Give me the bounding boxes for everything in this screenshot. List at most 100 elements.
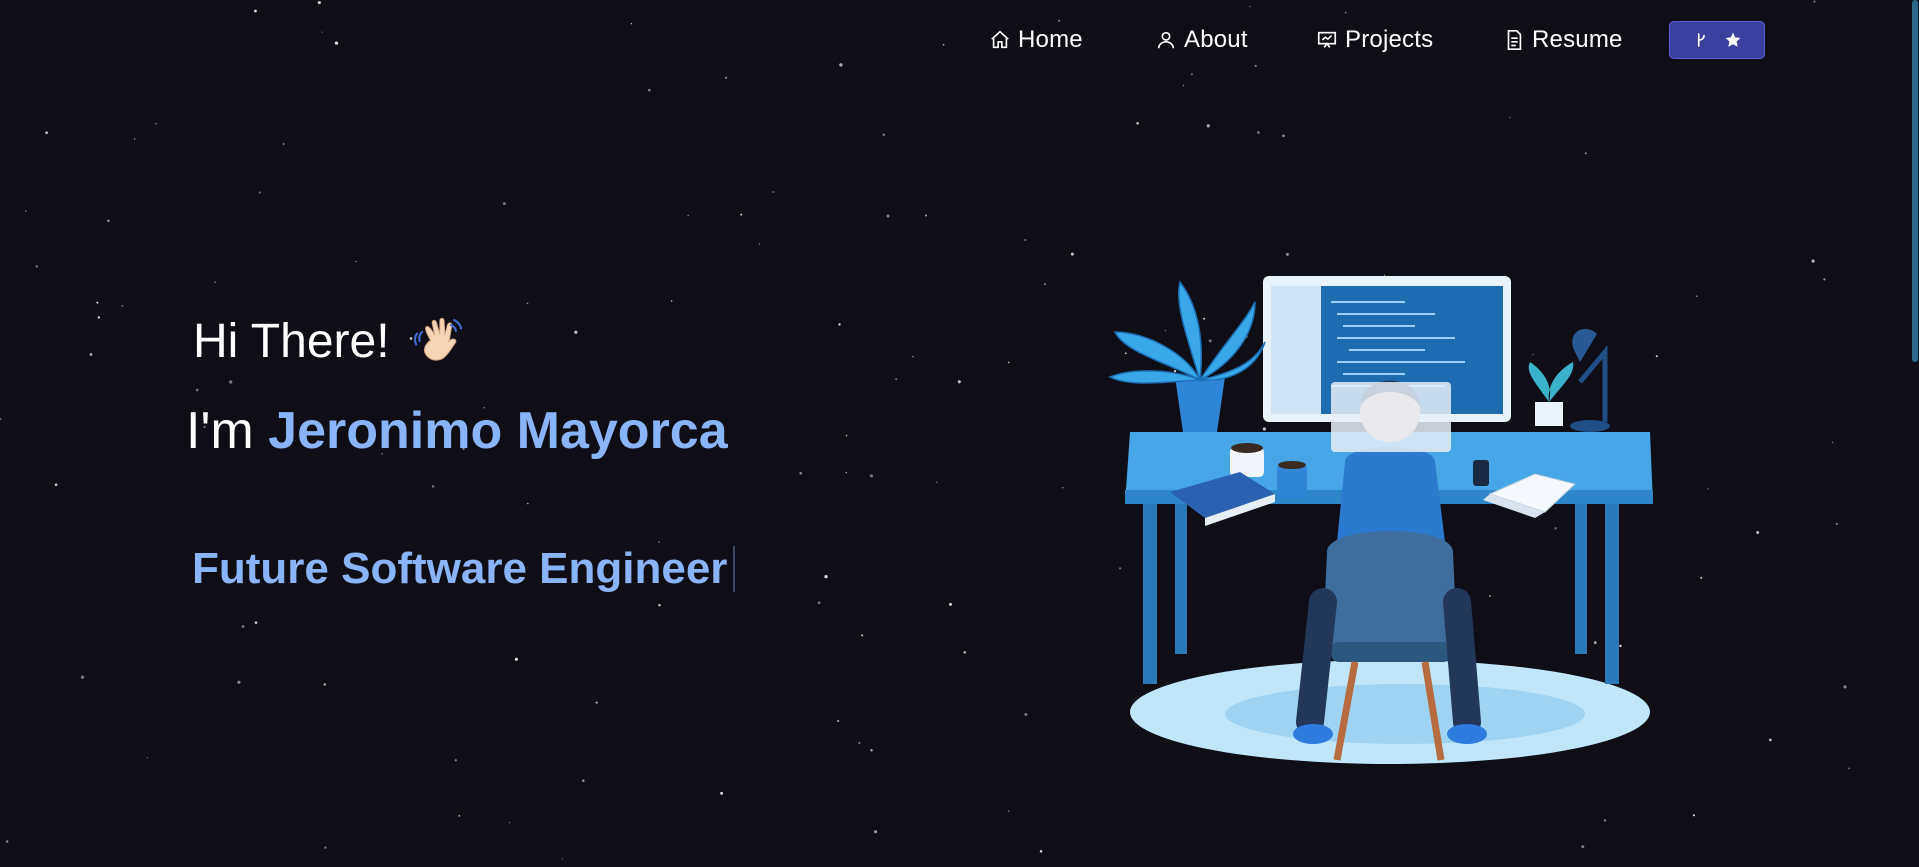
star [817, 601, 821, 605]
star [1182, 84, 1185, 87]
page-scrollbar[interactable] [1911, 0, 1919, 867]
star [799, 471, 803, 475]
star [1843, 685, 1847, 689]
star [1007, 361, 1010, 364]
developer-name: Jeronimo Mayorca [268, 402, 728, 460]
star [237, 680, 241, 684]
star [96, 301, 99, 304]
star [824, 575, 828, 579]
developer-desk-illustration [1108, 276, 1653, 764]
star [324, 846, 327, 849]
nav-resume-link[interactable]: Resume [1503, 22, 1623, 58]
star [1039, 850, 1043, 853]
star [508, 821, 511, 824]
star [1692, 814, 1695, 817]
star [514, 657, 518, 661]
nav-projects-link[interactable]: Projects [1316, 22, 1433, 58]
star [740, 213, 743, 216]
star [1584, 152, 1587, 155]
star [1024, 712, 1028, 716]
star [1062, 486, 1064, 489]
star [1206, 124, 1210, 128]
star [229, 380, 233, 384]
star [935, 481, 938, 484]
star [720, 791, 724, 795]
star [323, 683, 327, 686]
star [1044, 283, 1046, 285]
presentation-icon [1317, 31, 1337, 48]
typing-cursor [733, 546, 736, 592]
star [1136, 121, 1139, 125]
star [1831, 441, 1834, 444]
star [687, 214, 690, 217]
star [1848, 767, 1850, 770]
star [254, 621, 258, 624]
star [107, 219, 110, 222]
intro-heading: I'm Jeronimo Mayorca [186, 401, 728, 461]
user-icon [1157, 31, 1175, 49]
star [258, 191, 261, 194]
star-icon [1725, 32, 1741, 47]
star [1257, 131, 1260, 134]
star [1603, 819, 1607, 822]
star [241, 624, 245, 629]
star [121, 305, 124, 307]
star [146, 757, 149, 759]
greeting-text: Hi There! [193, 315, 390, 368]
star [5, 840, 9, 843]
star [758, 243, 761, 245]
star [561, 858, 564, 860]
star [874, 830, 878, 834]
star [526, 302, 529, 305]
nav-about-link[interactable]: About [1155, 22, 1248, 58]
star [957, 380, 961, 384]
star [1823, 278, 1826, 281]
star [282, 143, 285, 145]
star [458, 815, 461, 817]
star [869, 474, 873, 478]
star [0, 417, 2, 421]
star [671, 300, 673, 302]
star [647, 88, 651, 92]
star [582, 779, 585, 782]
star [1285, 252, 1289, 256]
nav-home-link[interactable]: Home [989, 22, 1083, 58]
star [502, 202, 506, 206]
star [80, 675, 85, 679]
nav-resume-label: Resume [1532, 26, 1623, 53]
star [97, 316, 100, 319]
github-star-button[interactable] [1669, 21, 1765, 59]
star [355, 260, 357, 263]
star [658, 541, 660, 543]
star [772, 190, 775, 194]
star [1835, 522, 1838, 525]
star [912, 355, 914, 358]
star [837, 719, 840, 723]
typewriter-role: Future Software Engineer [192, 544, 736, 594]
star [595, 701, 598, 704]
greeting-heading: Hi There! [193, 314, 466, 369]
star [658, 603, 661, 607]
intro-prefix: I'm [186, 402, 254, 460]
star [574, 330, 578, 334]
star [431, 485, 435, 488]
star [1581, 845, 1585, 849]
nav-projects-label: Projects [1345, 26, 1434, 53]
star [1768, 738, 1772, 742]
star [870, 748, 873, 752]
star [861, 634, 864, 637]
fork-icon [1697, 33, 1705, 47]
star [1707, 488, 1709, 490]
star [886, 214, 890, 218]
home-icon [991, 30, 1009, 49]
star [1282, 134, 1285, 138]
star [1509, 116, 1511, 119]
nav-about-label: About [1184, 26, 1248, 53]
star [1695, 295, 1698, 298]
top-navigation: Home About Projects Resume [0, 0, 1919, 80]
star [1070, 252, 1074, 256]
star [858, 741, 861, 745]
star [845, 434, 848, 437]
star [195, 388, 199, 392]
star [895, 378, 898, 381]
